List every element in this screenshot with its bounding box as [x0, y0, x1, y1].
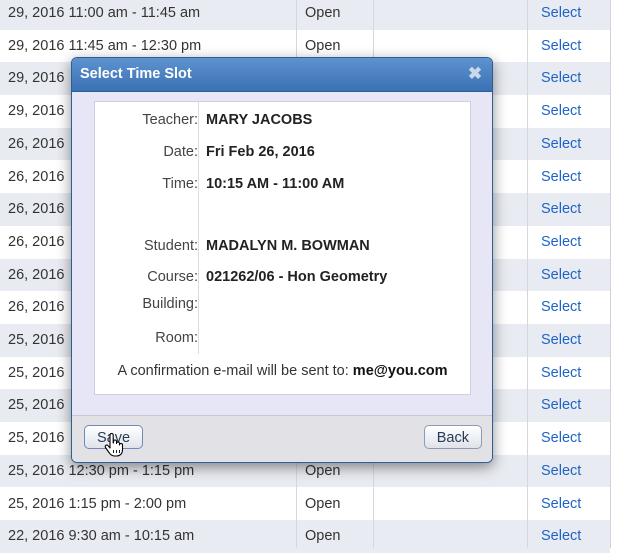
slot-datetime: 26, 2016 [8, 299, 65, 316]
student-label: Student: [143, 238, 198, 254]
slot-datetime: 26, 2016 [8, 266, 65, 283]
slot-datetime: 25, 2016 [8, 397, 65, 414]
slot-datetime: 26, 2016 [8, 135, 65, 152]
close-x-icon[interactable]: ✖ [466, 65, 484, 83]
slot-datetime: 26, 2016 [8, 201, 65, 218]
student-value: MADALYN M. BOWMAN [206, 238, 370, 254]
slot-datetime: 25, 2016 [8, 364, 65, 381]
appointment-details: Teacher: MARY JACOBS Date: Fri Feb 26, 2… [94, 101, 471, 395]
select-link[interactable]: Select [541, 528, 581, 544]
date-value: Fri Feb 26, 2016 [206, 144, 315, 160]
select-link[interactable]: Select [541, 267, 581, 283]
slot-datetime: 25, 2016 [8, 430, 65, 447]
back-button[interactable]: Back [423, 425, 482, 449]
select-link[interactable]: Select [541, 103, 581, 119]
teacher-value: MARY JACOBS [206, 112, 313, 128]
slot-datetime: 29, 2016 [8, 103, 65, 120]
slot-status: Open [305, 37, 341, 54]
select-link[interactable]: Select [541, 463, 581, 479]
slot-status: Open [305, 462, 341, 479]
select-time-slot-dialog: Select Time Slot ✖ Teacher: MARY JACOBS … [71, 57, 493, 463]
table-row: 29, 2016 11:00 am - 11:45 am Open Select [0, 0, 610, 30]
scrollbar-track[interactable] [610, 0, 624, 548]
table-row: 25, 2016 1:15 pm - 2:00 pm Open Select [0, 488, 610, 521]
slot-datetime: 25, 2016 1:15 pm - 2:00 pm [8, 495, 187, 512]
slot-datetime: 26, 2016 [8, 168, 65, 185]
select-link[interactable]: Select [541, 299, 581, 315]
date-label: Date: [163, 144, 198, 160]
select-link[interactable]: Select [541, 332, 581, 348]
select-link[interactable]: Select [541, 234, 581, 250]
time-label: Time: [162, 176, 198, 192]
column-divider [527, 0, 528, 548]
select-link[interactable]: Select [541, 5, 581, 21]
select-link[interactable]: Select [541, 38, 581, 54]
select-link[interactable]: Select [541, 136, 581, 152]
slot-datetime: 29, 2016 [8, 70, 65, 87]
slot-status: Open [305, 5, 341, 21]
confirmation-email: me@you.com [352, 363, 448, 379]
select-link[interactable]: Select [541, 430, 581, 446]
slot-datetime: 26, 2016 [8, 233, 65, 250]
hand-cursor-icon [104, 433, 124, 457]
select-link[interactable]: Select [541, 397, 581, 413]
slot-datetime: 29, 2016 11:00 am - 11:45 am [8, 5, 201, 21]
course-label: Course: [147, 269, 198, 285]
label-divider [198, 102, 199, 354]
building-label: Building: [142, 296, 198, 312]
slot-status: Open [305, 495, 341, 512]
select-link[interactable]: Select [541, 201, 581, 217]
select-link[interactable]: Select [541, 70, 581, 86]
slot-datetime: 22, 2016 9:30 am - 10:15 am [8, 528, 195, 545]
time-value: 10:15 AM - 11:00 AM [206, 176, 345, 192]
confirmation-message: A confirmation e-mail will be sent to: m… [95, 363, 470, 379]
select-link[interactable]: Select [541, 496, 581, 512]
teacher-label: Teacher: [142, 112, 198, 128]
dialog-title-bar[interactable]: Select Time Slot ✖ [72, 58, 492, 92]
dialog-title: Select Time Slot [80, 66, 192, 82]
confirmation-text: A confirmation e-mail will be sent to: [117, 363, 353, 379]
dialog-footer: Save Back [72, 415, 492, 462]
slot-status: Open [305, 528, 341, 545]
slot-datetime: 25, 2016 12:30 pm - 1:15 pm [8, 462, 195, 479]
select-link[interactable]: Select [541, 365, 581, 381]
slot-datetime: 29, 2016 11:45 am - 12:30 pm [8, 37, 202, 54]
select-link[interactable]: Select [541, 169, 581, 185]
slot-datetime: 25, 2016 [8, 332, 65, 348]
course-value: 021262/06 - Hon Geometry [206, 269, 388, 285]
room-label: Room: [155, 330, 198, 346]
